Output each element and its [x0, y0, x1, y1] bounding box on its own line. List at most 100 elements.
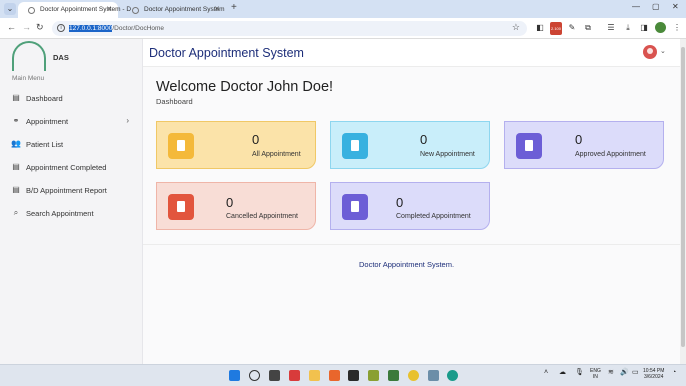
kebab-menu-icon[interactable]: ⋮	[672, 23, 682, 33]
cloud-icon[interactable]: ☁	[559, 369, 566, 376]
stat-card-new-appointment[interactable]: 0 New Appointment	[330, 121, 490, 169]
app-icon[interactable]	[428, 370, 439, 381]
back-arrow-icon[interactable]: ←	[7, 22, 16, 32]
stat-count: 0	[252, 132, 260, 147]
menu-section-title: Main Menu	[12, 75, 45, 82]
extension-badge[interactable]: 2.100	[550, 22, 562, 35]
forward-arrow-icon[interactable]: →	[22, 22, 31, 32]
url-path: /Doctor/DocHome	[112, 25, 165, 32]
clock-date: 3/6/2024	[643, 374, 664, 380]
stat-label: Cancelled Appointment	[226, 213, 298, 220]
site-info-icon[interactable]: i	[57, 24, 65, 32]
stat-count: 0	[575, 132, 583, 147]
document-icon	[168, 194, 194, 220]
volume-icon[interactable]: 🔊	[620, 369, 629, 376]
footer-divider	[143, 244, 680, 245]
new-tab-plus-icon[interactable]: +	[231, 2, 237, 13]
chevron-right-icon: ›	[126, 116, 129, 125]
sidebar-item-label: Appointment Completed	[26, 163, 107, 172]
page-scrollbar[interactable]	[680, 39, 686, 364]
stat-card-approved-appointment[interactable]: 0 Approved Appointment	[504, 121, 664, 169]
download-icon[interactable]: ⤓	[623, 23, 633, 33]
browser-tab-active[interactable]: Doctor Appointment System - D ✕	[18, 2, 131, 18]
sidebar: DAS Main Menu ▤ Dashboard ⚭ Appointment …	[0, 39, 143, 364]
close-icon[interactable]: ✕	[106, 2, 112, 18]
profile-avatar-icon[interactable]	[655, 22, 666, 33]
stat-label: New Appointment	[420, 151, 475, 158]
maximize-icon[interactable]: ▢	[652, 2, 660, 11]
sidebar-item-label: Appointment	[26, 117, 69, 126]
sidebar-item-label: B/D Appointment Report	[26, 186, 107, 195]
task-view-icon[interactable]	[269, 370, 280, 381]
globe-icon	[28, 7, 35, 14]
language-indicator[interactable]: ENG IN	[590, 368, 601, 380]
document-icon	[516, 133, 542, 159]
app-icon[interactable]	[388, 370, 399, 381]
window-close-icon[interactable]: ✕	[672, 2, 679, 11]
stat-card-completed-appointment[interactable]: 0 Completed Appointment	[330, 182, 490, 230]
minimize-icon[interactable]: —	[632, 2, 640, 11]
clock[interactable]: 10:54 PM 3/6/2024	[643, 368, 664, 380]
tab-title: Doctor Appointment System	[144, 6, 225, 13]
user-avatar-icon[interactable]	[643, 45, 657, 59]
document-icon	[168, 133, 194, 159]
file-icon: ▤	[12, 185, 20, 194]
address-bar[interactable]: i 127.0.0.1:8000/Doctor/DocHome ☆	[52, 21, 527, 36]
file-icon: ▤	[12, 162, 20, 171]
extension-icon[interactable]: ◧	[535, 23, 545, 33]
sidebar-item-dashboard[interactable]: ▤ Dashboard	[0, 91, 143, 107]
handshake-icon: ⚭	[12, 116, 20, 125]
sidebar-item-search-appointment[interactable]: ⌕ Search Appointment	[0, 206, 143, 222]
tab-title: Doctor Appointment System - D	[40, 6, 132, 13]
url-host: 127.0.0.1:8000	[69, 25, 113, 32]
document-icon	[342, 194, 368, 220]
app-icon[interactable]	[329, 370, 340, 381]
battery-icon[interactable]: ▭	[632, 369, 639, 376]
sidebar-item-patient-list[interactable]: 👥 Patient List	[0, 137, 143, 153]
edge-icon[interactable]	[447, 370, 458, 381]
tab-list-icon[interactable]: ☰	[606, 23, 616, 33]
app-icon[interactable]	[289, 370, 300, 381]
stat-label: Approved Appointment	[575, 151, 646, 158]
stat-card-cancelled-appointment[interactable]: 0 Cancelled Appointment	[156, 182, 316, 230]
wifi-icon[interactable]: ≋	[608, 369, 614, 376]
browser-toolbar: ← → ↻ i 127.0.0.1:8000/Doctor/DocHome ☆ …	[0, 18, 686, 39]
pen-extension-icon[interactable]: ✎	[567, 23, 577, 33]
close-icon[interactable]: ✕	[214, 2, 220, 18]
sidebar-item-appointment[interactable]: ⚭ Appointment ›	[0, 114, 143, 130]
globe-icon	[132, 7, 139, 14]
microphone-icon[interactable]: 🎙	[575, 369, 584, 376]
scrollbar-thumb[interactable]	[681, 47, 685, 347]
browser-tab-inactive[interactable]: Doctor Appointment System ✕	[122, 2, 226, 18]
browser-tab-bar: ⌄ Doctor Appointment System - D ✕ Doctor…	[0, 0, 686, 18]
chrome-icon[interactable]	[408, 370, 419, 381]
sidebar-item-label: Patient List	[26, 140, 64, 149]
users-icon: 👥	[11, 139, 21, 148]
app-icon[interactable]	[368, 370, 379, 381]
tab-search-chevron-icon[interactable]: ⌄	[4, 3, 16, 15]
top-header: Doctor Appointment System ⌄	[143, 39, 680, 67]
stat-card-all-appointment[interactable]: 0 All Appointment	[156, 121, 316, 169]
brand-title[interactable]: Doctor Appointment System	[149, 46, 304, 60]
region-code: IN	[592, 374, 598, 380]
notification-icon[interactable]: ◔	[672, 369, 676, 376]
windows-start-icon[interactable]	[229, 370, 240, 381]
reload-icon[interactable]: ↻	[36, 22, 44, 33]
bookmark-star-icon[interactable]: ☆	[512, 22, 520, 33]
logo-text: DAS	[53, 53, 69, 62]
sidebar-item-label: Search Appointment	[26, 209, 94, 218]
chevron-down-icon[interactable]: ⌄	[660, 47, 666, 55]
logo	[12, 41, 46, 71]
search-icon[interactable]	[249, 370, 260, 381]
url-text[interactable]: 127.0.0.1:8000/Doctor/DocHome	[69, 23, 164, 34]
sidebar-item-bd-appointment-report[interactable]: ▤ B/D Appointment Report	[0, 183, 143, 199]
search-icon: ⌕	[13, 208, 19, 217]
puzzle-icon[interactable]: ⧉	[583, 23, 593, 33]
side-panel-icon[interactable]: ◨	[639, 23, 649, 33]
file-explorer-icon[interactable]	[309, 370, 320, 381]
app-icon[interactable]	[348, 370, 359, 381]
sidebar-item-label: Dashboard	[26, 94, 63, 103]
os-taskbar: ˄ ☁ 🎙 ENG IN ≋ 🔊 ▭ 10:54 PM 3/6/2024 ◔	[0, 364, 686, 386]
chevron-up-icon[interactable]: ˄	[544, 369, 548, 376]
sidebar-item-appointment-completed[interactable]: ▤ Appointment Completed	[0, 160, 143, 176]
